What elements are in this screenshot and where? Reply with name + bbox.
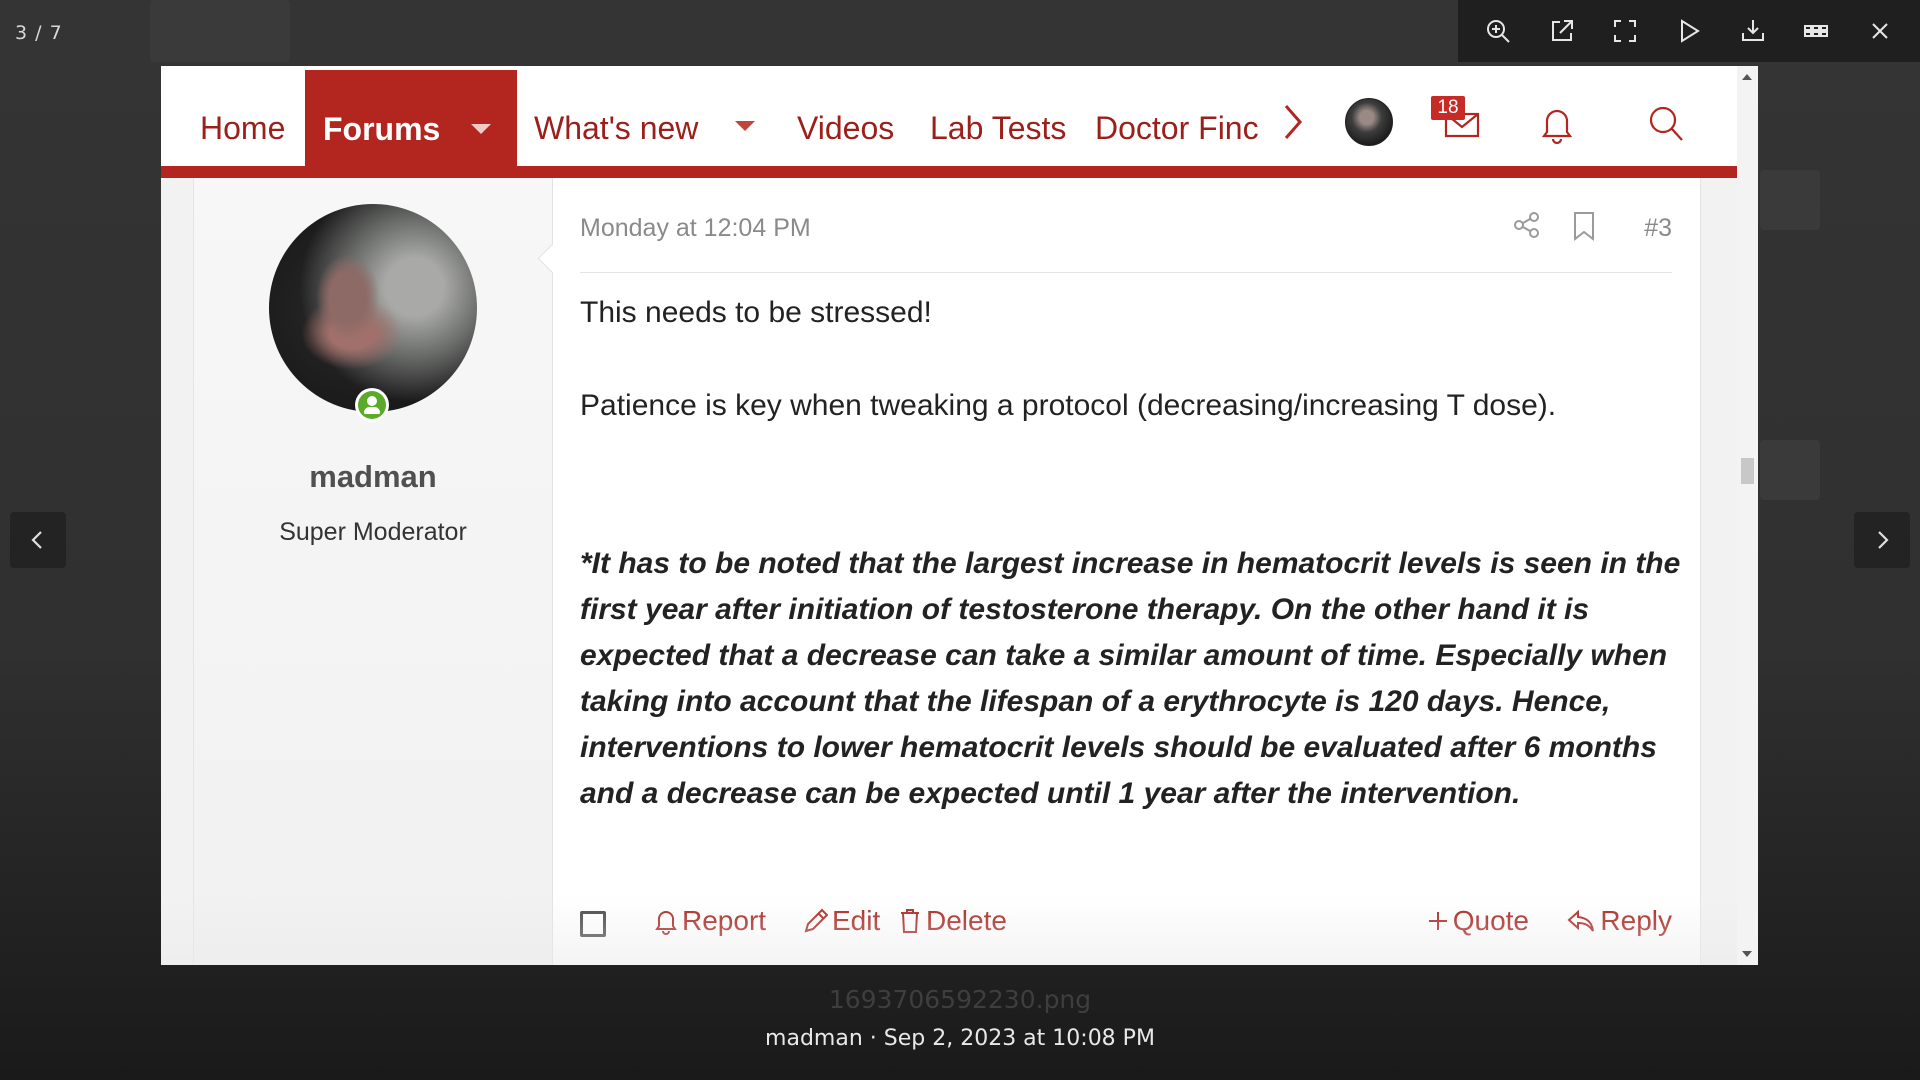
fullscreen-icon[interactable] (1603, 9, 1647, 53)
scroll-up-icon[interactable] (1742, 74, 1752, 80)
plus-icon (1428, 912, 1447, 930)
nav-forums[interactable]: Forums (305, 70, 517, 166)
play-slideshow-icon[interactable] (1667, 9, 1711, 53)
quote-button[interactable]: Quote (1427, 905, 1529, 937)
report-label: Report (682, 905, 767, 936)
close-icon[interactable] (1858, 9, 1902, 53)
image-counter: 3 / 7 (15, 22, 63, 44)
edit-label: Edit (832, 905, 881, 936)
nav-scroll-right-icon[interactable] (1281, 102, 1305, 146)
trash-icon (901, 909, 919, 933)
delete-label: Delete (926, 905, 1007, 936)
post-number[interactable]: #3 (1644, 214, 1672, 243)
search-icon[interactable] (1647, 104, 1685, 148)
nav-home[interactable]: Home (200, 66, 285, 166)
inbox-count-badge: 18 (1431, 96, 1465, 120)
share-icon[interactable] (1512, 210, 1542, 244)
select-post-checkbox[interactable] (580, 911, 606, 937)
open-new-window-icon[interactable] (1540, 9, 1584, 53)
nav-forums-label: Forums (323, 111, 441, 147)
screenshot-frame: Home Forums What's new Videos Lab Tests … (161, 66, 1758, 965)
reply-label: Reply (1600, 905, 1672, 936)
pencil-icon (804, 908, 828, 933)
image-filename: 1693706592230.png (828, 985, 1092, 1014)
next-image-button[interactable] (1854, 512, 1910, 568)
thumbnails-icon[interactable] (1794, 9, 1838, 53)
previous-image-button[interactable] (10, 512, 66, 568)
chevron-down-icon[interactable] (471, 124, 491, 134)
lightbox-toolbar (1458, 0, 1920, 62)
bookmark-icon[interactable] (1570, 210, 1598, 246)
delete-button[interactable]: Delete (898, 905, 1007, 937)
bell-icon[interactable] (1539, 104, 1575, 148)
post-header: Monday at 12:04 PM #3 (580, 178, 1672, 273)
scrollbar-thumb[interactable] (1741, 458, 1754, 484)
nav-doctor-finder[interactable]: Doctor Finc (1095, 66, 1260, 166)
page-scrollbar[interactable] (1737, 66, 1758, 965)
post-actions: Report Edit Delete Quote Reply (580, 881, 1672, 965)
forum-navbar: Home Forums What's new Videos Lab Tests … (161, 66, 1737, 178)
edit-button[interactable]: Edit (802, 905, 880, 937)
post-paragraph: Patience is key when tweaking a protocol… (580, 389, 1557, 422)
thread-content: madman Super Moderator Monday at 12:04 P… (161, 178, 1737, 965)
account-avatar[interactable] (1345, 98, 1393, 146)
chevron-left-icon (31, 531, 42, 549)
image-caption: madman · Sep 2, 2023 at 10:08 PM (765, 1026, 1155, 1051)
author-name[interactable]: madman (194, 459, 552, 495)
scroll-down-icon[interactable] (1742, 951, 1752, 957)
reply-button[interactable]: Reply (1566, 905, 1672, 937)
report-button[interactable]: Report (654, 905, 766, 937)
post-emphasized-text: *It has to be noted that the largest inc… (580, 547, 1681, 810)
nav-whats-new[interactable]: What's new (534, 66, 698, 166)
post: madman Super Moderator Monday at 12:04 P… (193, 178, 1701, 965)
download-icon[interactable] (1731, 9, 1775, 53)
post-paragraph: This needs to be stressed! (580, 296, 932, 329)
author-avatar[interactable] (269, 204, 477, 412)
quote-label: Quote (1452, 905, 1529, 936)
bell-icon (655, 911, 677, 935)
nav-videos[interactable]: Videos (797, 66, 894, 166)
post-user-column: madman Super Moderator (194, 178, 553, 965)
chevron-right-icon (1878, 531, 1889, 549)
online-status-icon (355, 388, 389, 422)
chevron-down-icon[interactable] (735, 121, 755, 131)
post-date[interactable]: Monday at 12:04 PM (580, 214, 811, 243)
zoom-in-icon[interactable] (1476, 9, 1520, 53)
author-title: Super Moderator (279, 518, 467, 546)
post-message: Monday at 12:04 PM #3 This needs to be s… (580, 178, 1680, 965)
nav-lab-tests[interactable]: Lab Tests (930, 66, 1066, 166)
reply-icon (1567, 909, 1595, 932)
